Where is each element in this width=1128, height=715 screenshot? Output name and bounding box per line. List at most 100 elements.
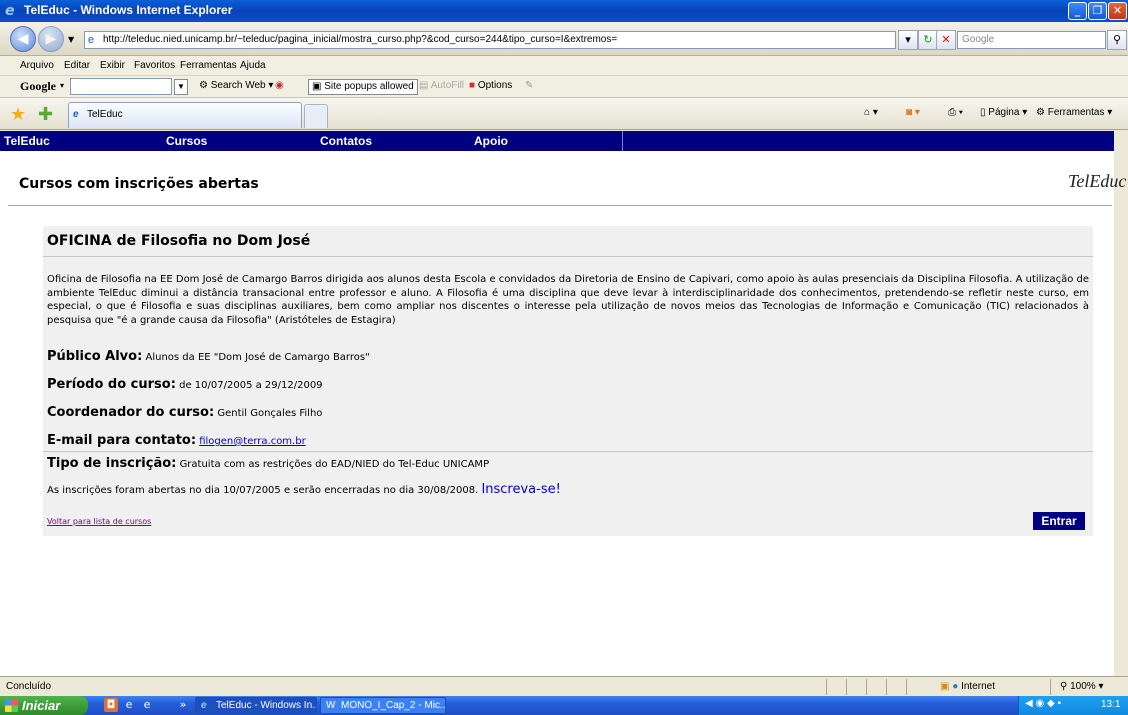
coordenador-label: Coordenador do curso: — [47, 405, 215, 420]
status-divider — [846, 679, 847, 695]
page-title: Cursos com inscrições abertas — [19, 176, 259, 192]
system-tray: ◀ ◉ ◆ ▪ 13:1 — [1018, 696, 1128, 715]
tray-icons[interactable]: ◀ ◉ ◆ ▪ — [1025, 698, 1061, 709]
site-navbar: TelEduc Cursos Contatos Apoio — [0, 131, 1114, 151]
menu-ferramentas[interactable]: Ferramentas — [180, 60, 237, 71]
menu-arquivo[interactable]: Arquivo — [20, 60, 54, 71]
voltar-link[interactable]: Voltar para lista de cursos — [47, 517, 151, 526]
search-web-button[interactable]: ⚙ Search Web ▾ — [196, 79, 276, 95]
nav-cursos[interactable]: Cursos — [166, 134, 207, 148]
nav-apoio[interactable]: Apoio — [474, 134, 508, 148]
inscricoes-info: As inscrições foram abertas no dia 10/07… — [47, 482, 561, 497]
tab-bar: ★ ✚ e TelEduc ⌂ ▾ ◙ ▾ ⎙ ▾ ▯ Página ▾ ⚙ F… — [0, 98, 1128, 130]
nav-teleduc[interactable]: TelEduc — [4, 134, 50, 148]
status-divider — [866, 679, 867, 695]
close-button[interactable]: ✕ — [1108, 2, 1127, 20]
quicklaunch-icon[interactable]: ◘ — [104, 698, 118, 712]
options-button[interactable]: ■ Options — [466, 79, 515, 95]
status-divider — [906, 679, 907, 695]
periodo: Período do curso: de 10/07/2005 a 29/12/… — [47, 377, 323, 392]
page-menu[interactable]: ▯ Página ▾ — [980, 107, 1027, 118]
taskbar: Iniciar ◘ e e » e TelEduc - Windows In..… — [0, 696, 1128, 715]
menu-ajuda[interactable]: Ajuda — [240, 60, 266, 71]
security-zone[interactable]: ▣ ● Internet — [940, 681, 995, 692]
address-url: http://teleduc.nied.unicamp.br/~teleduc/… — [103, 34, 618, 45]
taskbar-item-teleduc[interactable]: e TelEduc - Windows In... — [195, 697, 317, 714]
google-menu-icon[interactable]: ▾ — [60, 81, 64, 90]
email-link[interactable]: filogen@terra.com.br — [199, 436, 305, 447]
highlight-pen-icon[interactable]: ✎ — [522, 79, 536, 95]
zoom-icon: ⚲ — [1060, 681, 1068, 692]
windows-logo-icon — [5, 699, 18, 712]
google-logo[interactable]: Google — [20, 79, 56, 94]
page-viewport: TelEduc Cursos Contatos Apoio Cursos com… — [0, 131, 1128, 676]
course-title: OFICINA de Filosofia no Dom José — [47, 233, 311, 249]
menu-exibir[interactable]: Exibir — [100, 60, 125, 71]
forward-button[interactable]: ▶ — [38, 26, 64, 52]
tools-menu[interactable]: ⚙ Ferramentas ▾ — [1036, 107, 1112, 118]
coordenador-value: Gentil Gonçales Filho — [217, 408, 323, 419]
email-contato: E-mail para contato: filogen@terra.com.b… — [47, 433, 306, 448]
inscricoes-text: As inscrições foram abertas no dia 10/07… — [47, 485, 479, 496]
tab-page-icon: e — [73, 109, 79, 120]
home-icon[interactable]: ⌂ ▾ — [864, 107, 878, 118]
back-button[interactable]: ◀ — [10, 26, 36, 52]
pagerank-icon[interactable]: ◉ — [272, 79, 287, 95]
menu-favoritos[interactable]: Favoritos — [134, 60, 175, 71]
tipo-inscricao: Tipo de inscrição: Gratuita com as restr… — [47, 456, 489, 471]
start-button[interactable]: Iniciar — [0, 696, 88, 715]
search-input[interactable]: Google — [957, 31, 1106, 49]
status-divider — [1050, 679, 1051, 695]
tipo-value: Gratuita com as restrições do EAD/NIED d… — [179, 459, 490, 470]
publico-value: Alunos da EE "Dom José de Camargo Barros… — [145, 352, 370, 363]
favorites-star-icon[interactable]: ★ — [10, 104, 26, 125]
tab-label: TelEduc — [87, 109, 123, 120]
teleduc-logo: TelEduc — [1068, 171, 1127, 191]
navbar-divider — [622, 131, 623, 151]
popups-allowed-button[interactable]: ▣ Site popups allowed — [308, 79, 418, 95]
add-favorite-icon[interactable]: ✚ — [38, 104, 53, 125]
menu-editar[interactable]: Editar — [64, 60, 90, 71]
google-history-dropdown-icon[interactable]: ▼ — [174, 79, 188, 95]
maximize-button[interactable]: ❐ — [1088, 2, 1107, 20]
refresh-icon[interactable]: ↻ — [918, 30, 938, 50]
taskbar-item-word[interactable]: W MONO_I_Cap_2 - Mic... — [320, 697, 446, 714]
search-icon[interactable]: ⚲ — [1107, 30, 1127, 50]
entrar-button[interactable]: Entrar — [1033, 512, 1085, 530]
window-title: TelEduc - Windows Internet Explorer — [24, 3, 233, 17]
status-text: Concluído — [6, 681, 52, 692]
recent-pages-dropdown-icon[interactable]: ▼ — [68, 35, 74, 44]
coordenador: Coordenador do curso: Gentil Gonçales Fi… — [47, 405, 322, 420]
course-card: OFICINA de Filosofia no Dom José Oficina… — [43, 226, 1093, 536]
ie-quicklaunch-icon[interactable]: e — [140, 698, 154, 712]
window-titlebar: e TelEduc - Windows Internet Explorer _ … — [0, 0, 1128, 22]
autofill-button[interactable]: ▤ AutoFill — [416, 79, 467, 95]
google-toolbar: Google ▾ ▼ ⚙ Search Web ▾ ◉ ▣ Site popup… — [0, 76, 1128, 98]
address-toolbar: ◀ ▶ ▼ e http://teleduc.nied.unicamp.br/~… — [0, 22, 1128, 56]
address-input[interactable]: e http://teleduc.nied.unicamp.br/~teledu… — [84, 31, 896, 49]
print-icon[interactable]: ⎙ ▾ — [948, 107, 963, 118]
ie-logo-icon: e — [5, 3, 15, 19]
address-dropdown-icon[interactable]: ▾ — [898, 30, 918, 50]
nav-contatos[interactable]: Contatos — [320, 134, 372, 148]
minimize-button[interactable]: _ — [1068, 2, 1087, 20]
status-divider — [886, 679, 887, 695]
divider — [43, 451, 1093, 452]
protected-mode-icon: ▣ — [940, 681, 950, 692]
course-description: Oficina de Filosofia na EE Dom José de C… — [47, 274, 1090, 326]
tipo-label: Tipo de inscrição: — [47, 456, 177, 471]
zoom-level[interactable]: ⚲ 100% ▾ — [1060, 681, 1104, 692]
clock[interactable]: 13:1 — [1101, 699, 1120, 710]
ie-icon: e — [201, 700, 207, 711]
quicklaunch-more-icon[interactable]: » — [176, 698, 190, 712]
google-search-input[interactable] — [70, 78, 172, 95]
inscreva-se-link[interactable]: Inscreva-se! — [481, 482, 560, 497]
new-tab-button[interactable] — [304, 104, 328, 128]
tab-teleduc[interactable]: e TelEduc — [68, 102, 302, 128]
ie-quicklaunch-icon[interactable]: e — [122, 698, 136, 712]
menu-bar: Arquivo Editar Exibir Favoritos Ferramen… — [0, 56, 1128, 76]
stop-icon[interactable]: ✕ — [936, 30, 956, 50]
feeds-icon[interactable]: ◙ ▾ — [906, 107, 920, 118]
word-icon: W — [326, 700, 336, 711]
divider — [8, 205, 1112, 206]
